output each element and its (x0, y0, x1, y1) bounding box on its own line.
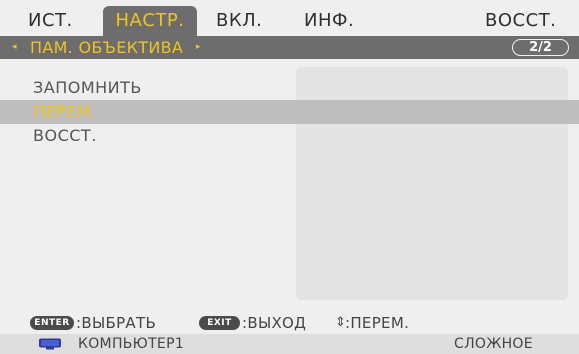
submenu-bar: ◂ ПАМ. ОБЪЕКТИВА ▸ 2/2 (0, 36, 579, 59)
status-bar: КОМПЬЮТЕР1 СЛОЖНОЕ (0, 334, 579, 354)
input-source-label: КОМПЬЮТЕР1 (78, 336, 185, 352)
page-indicator: 2/2 (512, 39, 569, 56)
tab-source[interactable]: ИСТ. (28, 6, 73, 36)
move-help-text: :ПЕРЕМ. (345, 314, 410, 332)
enter-help-text: :ВЫБРАТЬ (76, 314, 157, 332)
menu-item-move[interactable]: ПЕРЕМ. (0, 100, 579, 124)
exit-key-badge: EXIT (199, 316, 240, 330)
submenu-left-arrow-icon[interactable]: ◂ (12, 36, 17, 59)
enter-key-badge: ENTER (30, 316, 74, 330)
help-bar: ENTER :ВЫБРАТЬ EXIT :ВЫХОД ⇕ :ПЕРЕМ. (0, 312, 579, 334)
tab-on[interactable]: ВКЛ. (216, 6, 262, 36)
projector-osd-menu: ИСТ. НАСТР. ВКЛ. ИНФ. ВОССТ. ◂ ПАМ. ОБЪЕ… (0, 0, 579, 354)
menu-mode-label: СЛОЖНОЕ (454, 336, 533, 352)
computer-monitor-icon (39, 338, 61, 350)
menu-item-store[interactable]: ЗАПОМНИТЬ (0, 76, 579, 100)
menu-content: ЗАПОМНИТЬ ПЕРЕМ. ВОССТ. (0, 59, 579, 310)
exit-help-text: :ВЫХОД (242, 314, 307, 332)
menu-item-reset[interactable]: ВОССТ. (0, 124, 579, 148)
tab-setup[interactable]: НАСТР. (103, 6, 197, 36)
menu-tab-bar: ИСТ. НАСТР. ВКЛ. ИНФ. ВОССТ. (0, 0, 579, 36)
tab-reset[interactable]: ВОССТ. (485, 6, 556, 36)
tab-info[interactable]: ИНФ. (304, 6, 354, 36)
submenu-right-arrow-icon[interactable]: ▸ (196, 36, 201, 59)
submenu-title: ПАМ. ОБЪЕКТИВА (30, 38, 184, 57)
